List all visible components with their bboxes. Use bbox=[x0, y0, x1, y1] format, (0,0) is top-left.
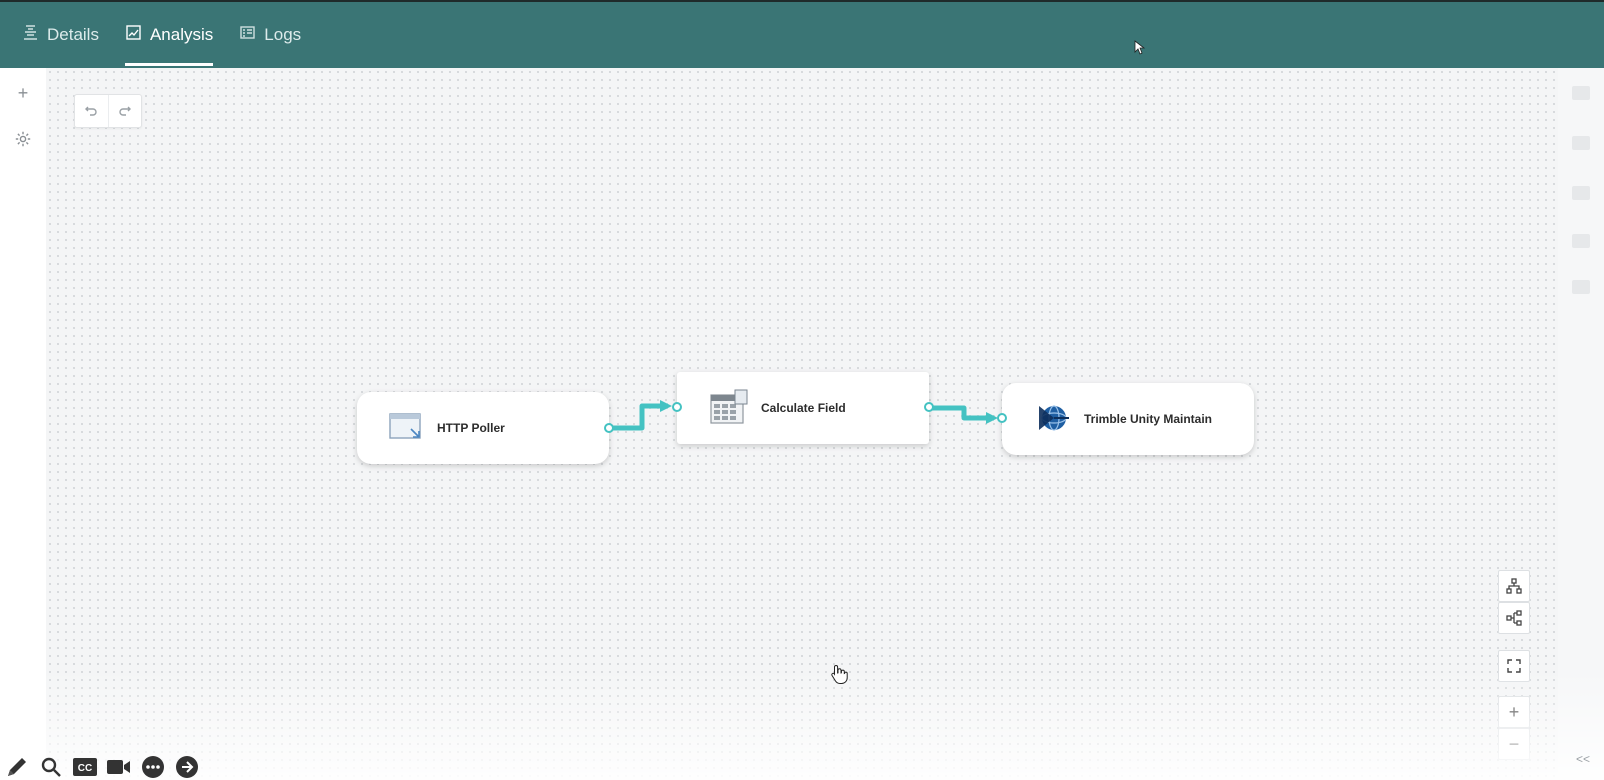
trimble-logo-icon bbox=[1036, 400, 1072, 439]
zoom-out-button[interactable]: − bbox=[1498, 728, 1530, 760]
tab-analysis-label: Analysis bbox=[149, 25, 214, 44]
toolbar-icon[interactable] bbox=[1572, 280, 1590, 294]
http-poller-icon bbox=[389, 411, 425, 446]
node-label: HTTP Poller bbox=[437, 421, 505, 435]
pencil-icon[interactable] bbox=[4, 754, 30, 780]
tab-list: Details Analysis Logs bbox=[22, 2, 327, 68]
output-port[interactable] bbox=[924, 402, 934, 412]
details-icon bbox=[22, 24, 39, 46]
zoom-in-button[interactable]: + bbox=[1498, 696, 1530, 728]
flow-layout-button[interactable] bbox=[1498, 602, 1530, 634]
gear-icon[interactable] bbox=[12, 128, 34, 150]
mouse-pointer-icon bbox=[1134, 40, 1146, 55]
toolbar-icon[interactable] bbox=[1572, 136, 1590, 150]
hand-cursor-icon bbox=[831, 664, 848, 684]
analysis-icon bbox=[125, 24, 142, 46]
collapse-panel-button[interactable]: << bbox=[1576, 752, 1590, 766]
input-port[interactable] bbox=[997, 413, 1007, 423]
video-camera-icon[interactable] bbox=[106, 754, 132, 780]
plus-icon: + bbox=[1508, 701, 1520, 722]
toolbar-icon[interactable] bbox=[1572, 234, 1590, 248]
cc-label: CC bbox=[78, 763, 92, 774]
input-port[interactable] bbox=[672, 402, 682, 412]
toolbar-icon[interactable] bbox=[1572, 86, 1590, 100]
tab-details-label: Details bbox=[47, 25, 99, 44]
more-options-icon[interactable] bbox=[140, 754, 166, 780]
logs-icon bbox=[239, 24, 256, 46]
hierarchy-layout-button[interactable] bbox=[1498, 570, 1530, 602]
video-overlay-toolbar: CC bbox=[4, 754, 200, 780]
redo-icon[interactable] bbox=[109, 95, 142, 127]
node-trimble-unity-maintain[interactable]: Trimble Unity Maintain bbox=[1002, 383, 1254, 455]
arrow-right-icon[interactable] bbox=[174, 754, 200, 780]
toolbar-icon[interactable] bbox=[1572, 186, 1590, 200]
tab-logs[interactable]: Logs bbox=[239, 2, 301, 68]
minus-icon: − bbox=[1508, 733, 1520, 754]
node-label: Trimble Unity Maintain bbox=[1084, 412, 1213, 426]
fit-to-screen-button[interactable] bbox=[1498, 650, 1530, 682]
hierarchy-icon bbox=[1506, 578, 1522, 594]
output-port[interactable] bbox=[604, 423, 614, 433]
closed-captions-button[interactable]: CC bbox=[72, 754, 98, 780]
calculate-field-icon bbox=[709, 389, 749, 428]
branch-icon bbox=[1506, 610, 1522, 626]
plus-icon[interactable]: + bbox=[12, 82, 34, 104]
undo-redo-group bbox=[74, 94, 142, 128]
expand-icon bbox=[1507, 659, 1521, 673]
node-calculate-field[interactable]: Calculate Field bbox=[677, 372, 929, 444]
tab-analysis[interactable]: Analysis bbox=[124, 2, 214, 68]
undo-icon[interactable] bbox=[75, 95, 109, 127]
top-navigation-bar: Details Analysis Logs bbox=[0, 0, 1604, 68]
tab-details[interactable]: Details bbox=[22, 2, 99, 68]
node-http-poller[interactable]: HTTP Poller bbox=[357, 392, 609, 464]
tab-logs-label: Logs bbox=[264, 25, 302, 44]
left-toolbar: + bbox=[0, 68, 46, 780]
right-toolbar bbox=[1558, 68, 1604, 780]
search-icon[interactable] bbox=[38, 754, 64, 780]
node-label: Calculate Field bbox=[761, 401, 846, 415]
